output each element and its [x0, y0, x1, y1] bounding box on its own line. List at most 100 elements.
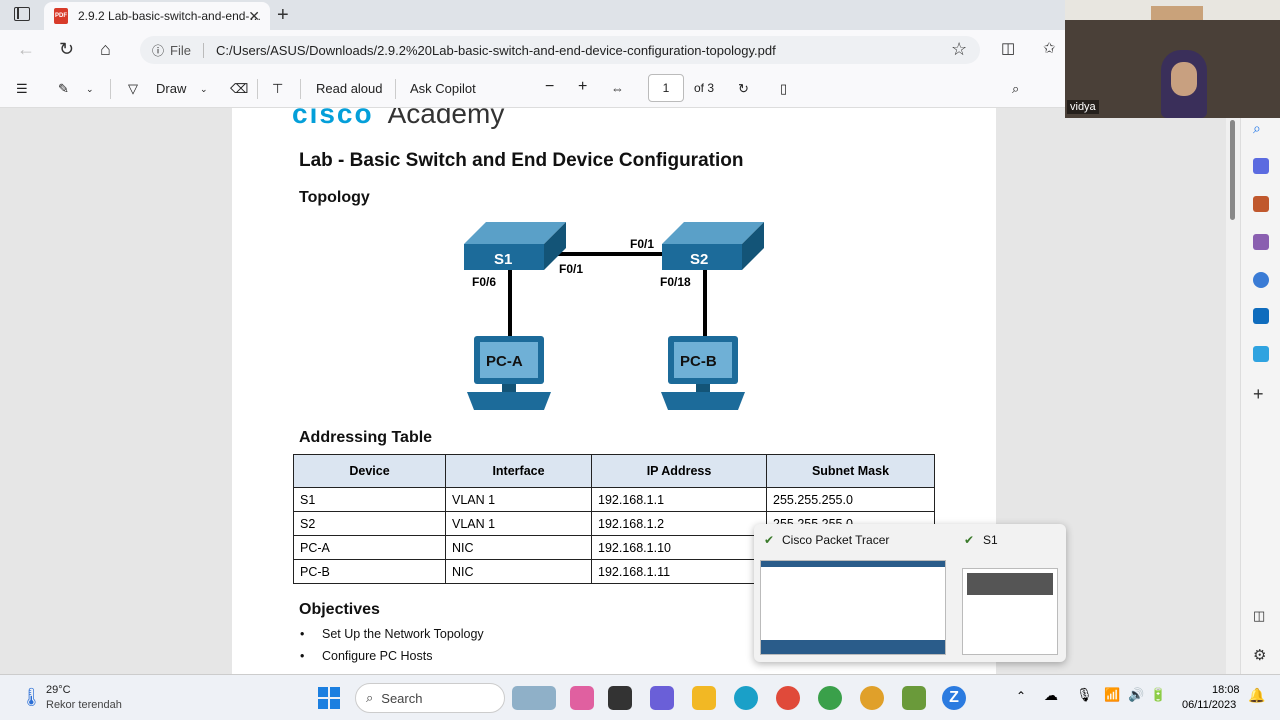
favorites-icon[interactable]: ✩ [1043, 39, 1056, 57]
eraser-icon[interactable]: ⌫ [230, 81, 248, 97]
search-icon[interactable]: ⌕ [1012, 81, 1019, 97]
start-icon[interactable] [318, 687, 340, 709]
pcb-label: PC-B [680, 353, 717, 370]
table-header: Device [293, 454, 446, 488]
file-label: File [170, 42, 204, 58]
topology-heading: Topology [299, 189, 370, 206]
new-tab-button[interactable]: + [277, 4, 289, 27]
office-icon[interactable] [1253, 272, 1269, 288]
page-number-input[interactable]: 1 [648, 74, 684, 102]
back-icon[interactable]: ← [17, 39, 35, 60]
chrome-icon[interactable] [776, 686, 800, 710]
preview-thumbnail-s1[interactable] [962, 568, 1058, 655]
highlight-icon[interactable]: ✎ [58, 81, 69, 97]
copilot-taskbar-icon[interactable] [570, 686, 594, 710]
table-header: IP Address [591, 454, 767, 488]
s1-f06-label: F0/6 [472, 275, 496, 289]
preview-title-packet-tracer[interactable]: Cisco Packet Tracer [782, 533, 889, 547]
weather-text[interactable]: Rekor terendah [46, 699, 122, 711]
scrollbar[interactable] [1226, 108, 1240, 674]
settings-icon[interactable]: ⚙ [1253, 646, 1269, 664]
edge-sidebar: ⌕ + ◫ ⚙ [1240, 108, 1280, 674]
text-icon[interactable]: ⊤ [272, 81, 283, 97]
table-header: Subnet Mask [766, 454, 935, 488]
read-aloud-button[interactable]: Read aloud [316, 81, 383, 96]
cisco-logo: cisco Academy [292, 108, 505, 129]
chrome-icon[interactable] [860, 686, 884, 710]
widgets-icon[interactable] [512, 686, 556, 710]
tools-icon[interactable] [1253, 196, 1269, 212]
page-title: Lab - Basic Switch and End Device Config… [299, 150, 744, 171]
outlook-icon[interactable] [1253, 308, 1269, 324]
taskbar: 🌡 29°C Rekor terendah ⌕ Search Z ⌃ ☁ 🎙 📶 … [0, 674, 1280, 720]
packet-tracer-icon: ✔ [764, 533, 775, 547]
draw-icon[interactable]: ▽ [128, 81, 138, 97]
list-item: Configure PC Hosts [300, 649, 433, 663]
s1-label: S1 [494, 251, 512, 268]
add-icon[interactable]: + [1253, 384, 1269, 404]
pca-label: PC-A [486, 353, 523, 370]
notification-bell-icon[interactable]: 🔔 [1248, 687, 1265, 704]
zoom-icon[interactable]: Z [942, 686, 966, 710]
topology-diagram: S1 S2 F0/1 F0/1 F0/6 F0/18 PC-A PC-B [464, 222, 764, 410]
split-screen-icon[interactable]: ◫ [1001, 39, 1015, 57]
games-icon[interactable] [1253, 234, 1269, 250]
url-field[interactable]: ⓘ File C:/Users/ASUS/Downloads/2.9.2%20L… [140, 36, 980, 64]
chevron-down-icon[interactable]: ⌄ [200, 84, 208, 95]
fit-page-icon[interactable]: ⇔ [611, 81, 624, 96]
close-tab-icon[interactable]: ✕ [248, 8, 260, 25]
s2-label: S2 [690, 251, 708, 268]
objectives-heading: Objectives [299, 601, 380, 618]
copilot-icon[interactable] [1253, 158, 1269, 174]
taskbar-search[interactable]: ⌕ Search [355, 683, 505, 713]
search-icon[interactable]: ⌕ [1253, 120, 1269, 136]
home-icon[interactable]: ⌂ [100, 39, 111, 60]
volume-icon[interactable]: 🔊 [1128, 687, 1144, 703]
battery-icon[interactable]: 🔋 [1150, 687, 1166, 703]
tab-pdf[interactable]: PDF 2.9.2 Lab-basic-switch-and-end-… ✕ [44, 2, 270, 30]
cloud-icon[interactable]: ☁ [1044, 687, 1058, 704]
contents-icon[interactable]: ☰ [16, 81, 28, 97]
app-icon[interactable] [608, 686, 632, 710]
ask-copilot-button[interactable]: Ask Copilot [410, 81, 476, 96]
weather-icon: 🌡 [20, 687, 43, 707]
zoom-out-icon[interactable]: − [545, 78, 554, 96]
draw-button[interactable]: Draw [156, 81, 186, 96]
sidebar-toggle-icon[interactable]: ◫ [1253, 608, 1269, 624]
send-icon[interactable] [1253, 346, 1269, 362]
url-text: C:/Users/ASUS/Downloads/2.9.2%20Lab-basi… [215, 42, 776, 58]
favorite-icon[interactable]: ☆ [951, 39, 967, 60]
rotate-icon[interactable]: ↻ [738, 81, 749, 97]
s2-f018-label: F0/18 [660, 275, 691, 289]
zoom-in-icon[interactable]: + [578, 78, 587, 96]
packet-tracer-icon: ✔ [964, 533, 975, 547]
packet-tracer-taskbar-icon[interactable] [902, 686, 926, 710]
list-item: Set Up the Network Topology [300, 627, 484, 641]
pdf-icon: PDF [54, 8, 68, 24]
webcam-overlay: vidya [1065, 0, 1280, 118]
wifi-icon[interactable]: 📶 [1104, 687, 1120, 703]
edge-icon[interactable] [734, 686, 758, 710]
meet-icon[interactable] [650, 686, 674, 710]
clock-time[interactable]: 18:08 [1212, 684, 1240, 696]
chevron-down-icon[interactable]: ⌄ [86, 84, 94, 95]
chrome-icon[interactable] [818, 686, 842, 710]
taskbar-preview-popup[interactable]: ✔ Cisco Packet Tracer ✔ S1 [754, 524, 1066, 662]
refresh-icon[interactable]: ↻ [59, 39, 74, 60]
webcam-name: vidya [1067, 100, 1099, 114]
table-row: S1 VLAN 1 192.168.1.1 255.255.255.0 [293, 487, 935, 512]
clock-date[interactable]: 06/11/2023 [1182, 699, 1236, 711]
file-explorer-icon[interactable] [692, 686, 716, 710]
s1-f01-label: F0/1 [559, 262, 583, 276]
page-view-icon[interactable]: ▯ [780, 81, 787, 97]
preview-thumbnail-packet-tracer[interactable] [760, 560, 946, 655]
chevron-up-icon[interactable]: ⌃ [1016, 689, 1026, 703]
tab-actions-icon[interactable] [14, 7, 30, 21]
page-count: of 3 [694, 81, 715, 95]
preview-title-s1[interactable]: S1 [983, 533, 998, 547]
microphone-icon[interactable]: 🎙 [1076, 687, 1093, 703]
info-icon: ⓘ [152, 43, 165, 58]
weather-temp[interactable]: 29°C [46, 684, 71, 696]
tab-title: 2.9.2 Lab-basic-switch-and-end-… [78, 9, 262, 23]
scrollbar-thumb[interactable] [1230, 120, 1235, 220]
